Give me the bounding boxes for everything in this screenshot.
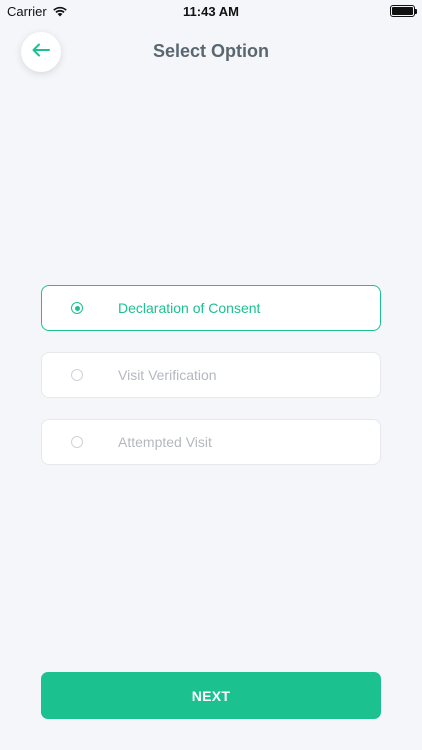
- option-label: Visit Verification: [118, 367, 217, 383]
- option-declaration-of-consent[interactable]: Declaration of Consent: [41, 285, 381, 331]
- radio-button-checked[interactable]: [71, 302, 83, 314]
- battery-fill: [392, 7, 413, 15]
- battery-icon: [390, 5, 417, 17]
- carrier-label: Carrier: [7, 3, 47, 19]
- radio-button-unchecked[interactable]: [71, 436, 83, 448]
- select-option-screen: Carrier 11:43 AM Select Option Declarati…: [0, 0, 422, 750]
- option-list: Declaration of Consent Visit Verificatio…: [41, 285, 381, 486]
- status-right: [275, 5, 417, 17]
- page-title: Select Option: [152, 41, 269, 61]
- option-label: Attempted Visit: [118, 434, 212, 450]
- next-button[interactable]: NEXT: [41, 672, 381, 719]
- wifi-icon: [52, 5, 68, 17]
- status-left: Carrier: [7, 4, 147, 19]
- option-label: Declaration of Consent: [118, 300, 261, 316]
- status-time: 11:43 AM: [183, 3, 239, 19]
- radio-dot: [74, 305, 80, 311]
- radio-button-unchecked[interactable]: [71, 369, 83, 381]
- status-bar: Carrier 11:43 AM: [0, 0, 422, 22]
- option-visit-verification[interactable]: Visit Verification: [41, 352, 381, 398]
- option-attempted-visit[interactable]: Attempted Visit: [41, 419, 381, 465]
